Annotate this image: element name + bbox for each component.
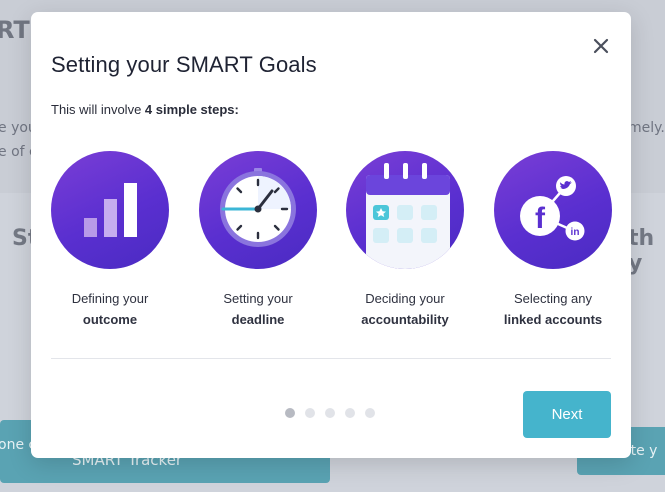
step-circle: [51, 151, 169, 269]
step-outcome: Defining your outcome: [51, 151, 169, 327]
background-text-line: mely.: [628, 120, 665, 136]
step-accountability: Deciding your accountability: [346, 151, 464, 327]
social-share-icon: f in: [520, 176, 585, 241]
step-label-bold: deadline: [231, 312, 285, 327]
svg-text:in: in: [571, 227, 580, 238]
step-label: Selecting any: [513, 291, 593, 306]
pagination-dot-5[interactable]: [365, 408, 375, 418]
divider: [51, 358, 611, 359]
smart-goals-modal: Setting your SMART Goals This will invol…: [31, 12, 631, 458]
background-heading: th y: [628, 226, 655, 276]
step-label-bold: outcome: [82, 312, 138, 327]
stopwatch-icon: [220, 168, 296, 247]
step-circle: f in: [494, 151, 612, 269]
pagination-dot-3[interactable]: [325, 408, 335, 418]
pagination-dot-1[interactable]: [285, 408, 295, 418]
step-label-bold: linked accounts: [503, 312, 603, 327]
intro-bold: 4 simple steps:: [144, 102, 239, 117]
step-deadline: Setting your deadline: [199, 151, 317, 327]
pagination-dot-4[interactable]: [345, 408, 355, 418]
intro-prefix: This will involve: [51, 102, 145, 117]
step-circle: [346, 151, 464, 269]
calendar-icon: [366, 163, 450, 269]
close-button[interactable]: [590, 35, 612, 57]
background-title: RT: [0, 16, 30, 44]
svg-text:f: f: [535, 202, 546, 235]
intro-text: This will involve 4 simple steps:: [51, 102, 239, 117]
step-label: Defining your: [71, 291, 149, 306]
next-button[interactable]: Next: [523, 391, 611, 438]
bar-chart-icon: [84, 183, 137, 237]
step-circle: [199, 151, 317, 269]
step-label-bold: accountability: [361, 312, 449, 327]
pagination-dots: [285, 408, 375, 418]
step-label: Setting your: [223, 291, 293, 306]
close-icon[interactable]: [590, 35, 612, 57]
pagination-dot-2[interactable]: [305, 408, 315, 418]
step-linked-accounts: f in Selecting any linked accounts: [494, 151, 612, 327]
modal-title: Setting your SMART Goals: [51, 52, 317, 77]
step-label: Deciding your: [365, 291, 445, 306]
